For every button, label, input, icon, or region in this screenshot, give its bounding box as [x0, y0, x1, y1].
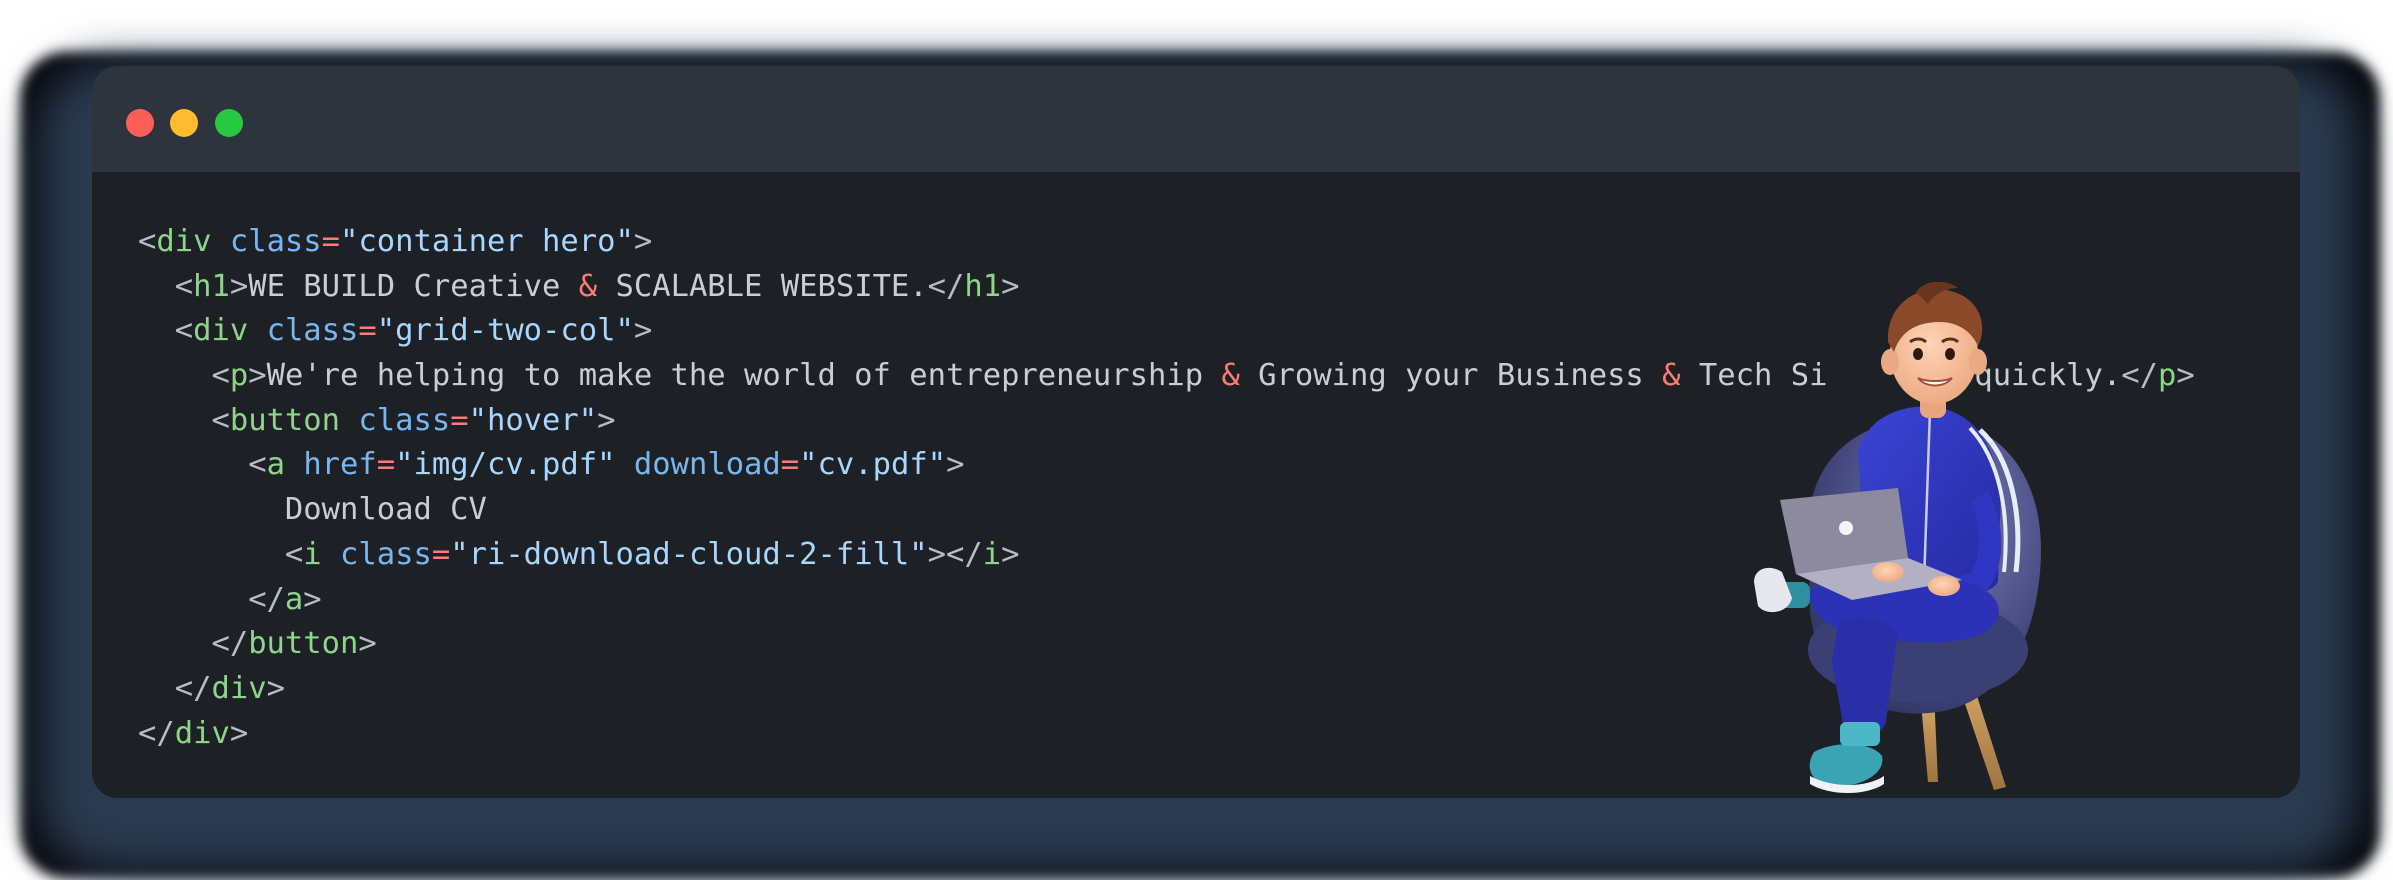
code-token-tag: div [156, 224, 212, 259]
code-token-punct: < [211, 358, 230, 394]
code-token-tag: h1 [964, 268, 1002, 304]
close-window-button[interactable] [126, 109, 154, 137]
code-line: <div class="container hero"> [138, 220, 2195, 265]
character-with-laptop-illustration [1754, 282, 2041, 793]
code-token-punct: ></ [927, 536, 983, 572]
code-token-punct: < [248, 447, 267, 483]
code-token-punct: > [597, 402, 616, 438]
code-token-punct: < [174, 313, 194, 349]
code-token-tag: p [229, 358, 249, 394]
code-token-tag: div [174, 715, 230, 751]
code-token-eq: = [431, 536, 451, 572]
code-token-punct: < [174, 268, 194, 304]
code-token-tag: i [982, 536, 1002, 572]
code-token-tag: a [284, 581, 304, 617]
code-token-punct: > [229, 268, 249, 304]
minimize-window-button[interactable] [170, 109, 198, 137]
code-token-attr: class [340, 536, 432, 572]
code-token-str: "cv.pdf" [799, 447, 947, 483]
code-token-punct: </ [138, 715, 175, 751]
maximize-window-button[interactable] [215, 109, 243, 137]
code-token-text: SCALABLE WEBSITE. [597, 268, 928, 304]
code-token-punct: </ [2121, 358, 2158, 394]
code-token-str: "container hero" [340, 224, 634, 259]
code-token-tag: button [248, 626, 359, 662]
code-token-str: "hover" [468, 402, 598, 438]
code-token-text: Download CV [138, 492, 487, 528]
code-token-punct: </ [927, 268, 965, 304]
code-token-tag: div [193, 313, 249, 349]
code-token-punct: < [284, 536, 304, 572]
code-token-punct: > [2176, 358, 2195, 394]
code-token-punct: > [229, 715, 249, 751]
code-token-punct: > [303, 581, 322, 617]
screenshot-stage: <div class="container hero"> <h1>WE BUIL… [0, 0, 2393, 880]
code-token-text: WE BUILD Creative [248, 268, 579, 304]
code-token-eq: = [450, 402, 469, 438]
code-token-punct: > [633, 313, 653, 349]
code-token-str: "grid-two-col" [376, 313, 634, 349]
code-token-punct: > [633, 224, 653, 259]
code-token-attr: href [303, 447, 377, 483]
code-token-tag: h1 [193, 268, 230, 304]
code-token-text: Growing your Business [1239, 358, 1663, 394]
code-token-punct: </ [174, 670, 212, 706]
code-token-amp: & [1662, 358, 1681, 394]
code-token-attr: class [358, 402, 451, 438]
code-token-punct: > [1001, 536, 1020, 572]
code-token-punct: > [358, 626, 377, 662]
window-titlebar [92, 66, 2300, 172]
code-token-punct: </ [211, 626, 249, 662]
code-token-punct: > [248, 358, 267, 394]
code-token-punct: > [946, 447, 965, 483]
code-token-text: We're helping to make the world of entre… [266, 358, 1222, 394]
code-token-punct: < [211, 402, 230, 438]
code-token-eq: = [358, 313, 377, 349]
code-token-eq: = [376, 447, 396, 483]
code-token-punct: </ [248, 581, 285, 617]
code-token-str: "ri-download-cloud-2-fill" [450, 536, 928, 572]
code-token-attr: download [633, 447, 781, 483]
code-token-tag: button [229, 402, 341, 438]
code-token-eq: = [780, 447, 800, 483]
code-token-str: "img/cv.pdf" [395, 447, 616, 483]
code-token-amp: & [1221, 358, 1240, 394]
code-token-amp: & [578, 268, 598, 304]
code-token-attr: class [266, 313, 359, 349]
code-token-attr: class [229, 224, 322, 259]
code-token-eq: = [321, 224, 341, 259]
code-token-punct: > [266, 670, 285, 706]
code-token-tag: p [2157, 358, 2177, 394]
code-token-tag: i [303, 536, 322, 572]
code-token-tag: a [266, 447, 285, 483]
code-token-punct: < [138, 224, 157, 259]
code-token-tag: div [211, 670, 267, 706]
code-token-punct: > [1001, 268, 1020, 304]
